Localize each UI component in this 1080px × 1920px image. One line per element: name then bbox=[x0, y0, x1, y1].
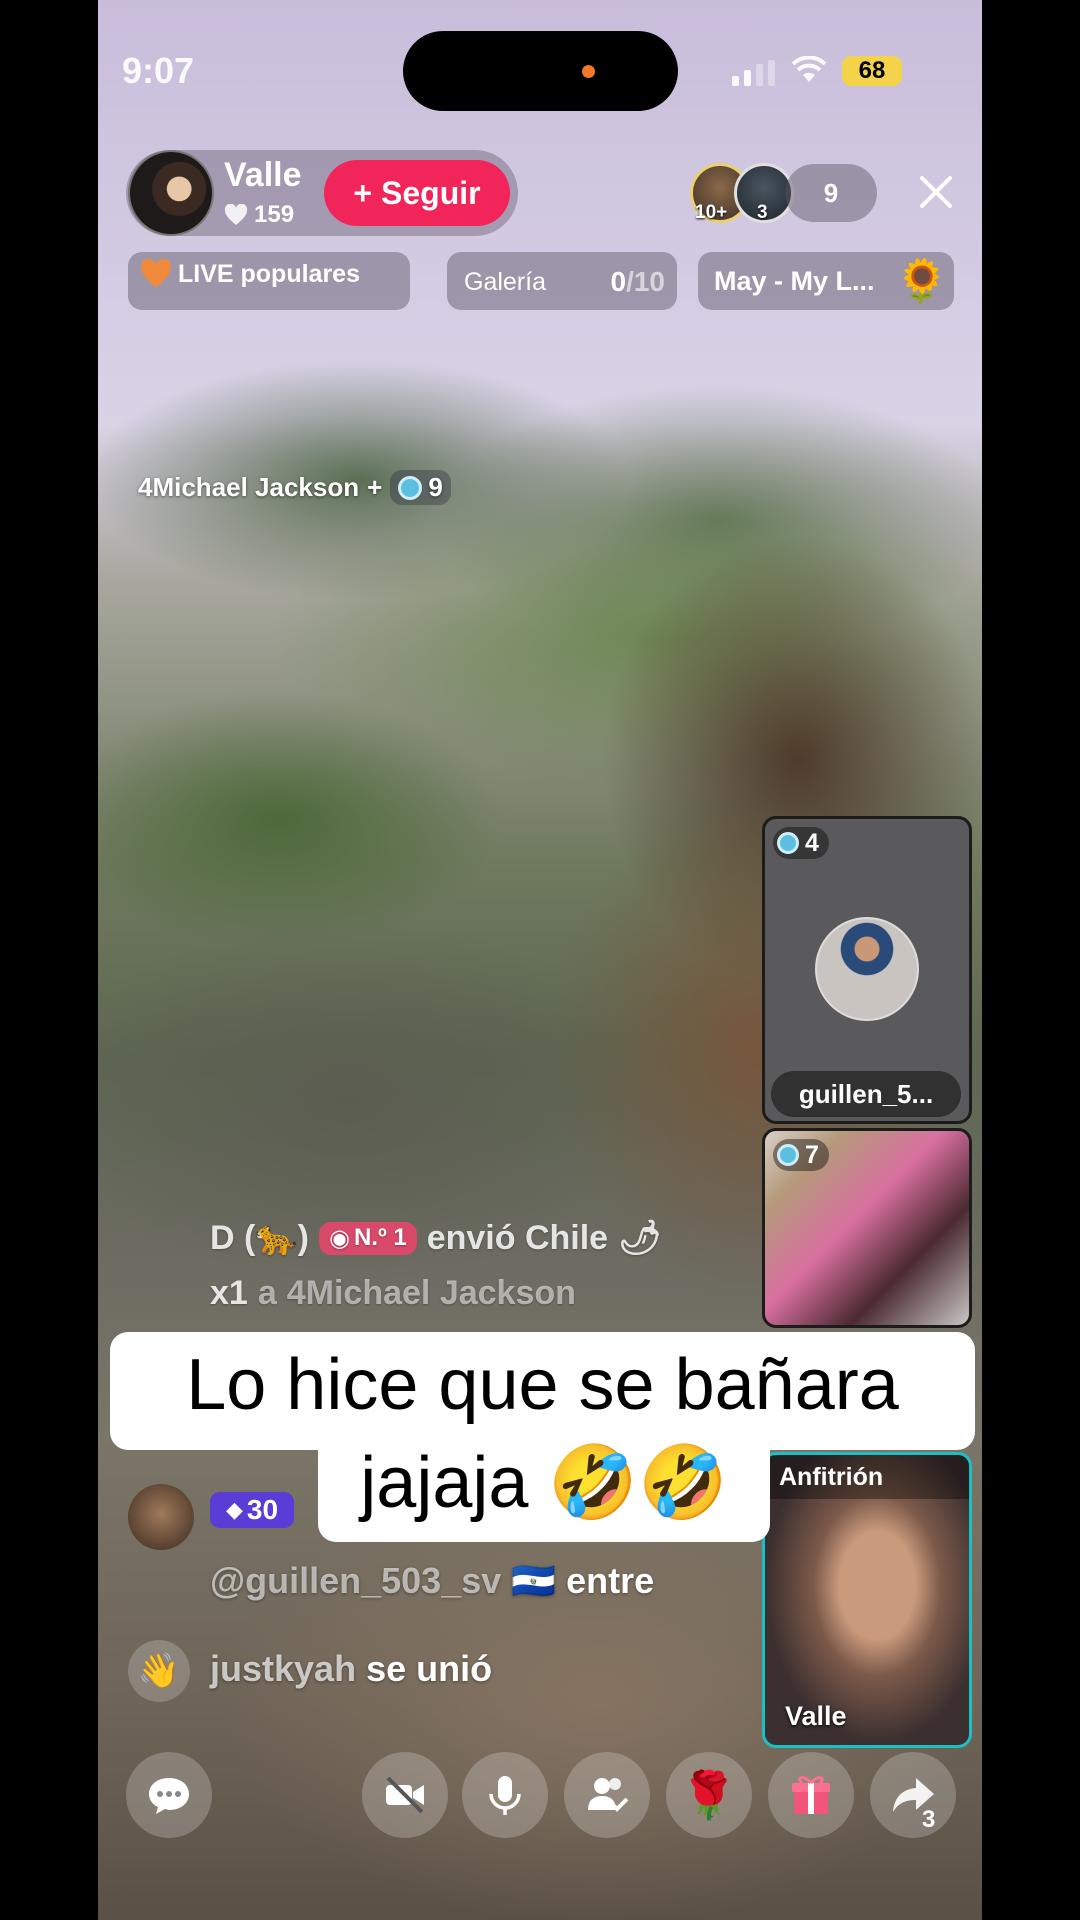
caption-text-line2: jajaja 🤣🤣 bbox=[360, 1443, 728, 1523]
close-icon[interactable] bbox=[914, 170, 958, 214]
dynamic-island bbox=[403, 31, 678, 111]
gift-message: D (🐆) ◉ N.º 1 envió Chile 🌶 bbox=[210, 1218, 661, 1258]
guest-label[interactable]: 4Michael Jackson + 9 bbox=[138, 470, 451, 505]
gift-action: envió Chile bbox=[426, 1218, 609, 1257]
camera-off-icon bbox=[386, 1776, 424, 1814]
live-popular-chip[interactable]: LIVE populares bbox=[128, 252, 410, 310]
tile-level-badge: 7 bbox=[773, 1139, 829, 1171]
viewer-count[interactable]: 9 bbox=[785, 164, 877, 222]
status-time: 9:07 bbox=[122, 50, 195, 91]
diamond-icon: ◆ bbox=[225, 1497, 243, 1522]
microphone-button[interactable] bbox=[462, 1752, 548, 1838]
chat-level-badge: ◆ 30 bbox=[210, 1492, 294, 1528]
chat-avatar[interactable] bbox=[128, 1484, 194, 1550]
gift-button[interactable] bbox=[768, 1752, 854, 1838]
guest-tile[interactable]: 4 guillen_5... bbox=[762, 816, 972, 1124]
wave-icon[interactable]: 👋 bbox=[128, 1640, 190, 1702]
follow-button[interactable]: + Seguir bbox=[324, 160, 510, 226]
rank-badge: ◉ N.º 1 bbox=[318, 1221, 417, 1255]
guest-tile[interactable]: 7 bbox=[762, 1128, 972, 1328]
chat-bubble-icon bbox=[149, 1778, 189, 1814]
battery-indicator: 68 bbox=[842, 56, 902, 86]
flag-icon: 🇸🇻 bbox=[511, 1560, 557, 1601]
gift-message-detail: x1 a 4Michael Jackson bbox=[210, 1274, 576, 1313]
rose-gift-button[interactable]: 🌹 bbox=[666, 1752, 752, 1838]
host-name: Valle bbox=[224, 156, 302, 194]
guest-avatar bbox=[815, 917, 919, 1021]
gem-icon bbox=[398, 475, 423, 500]
share-count: 3 bbox=[922, 1806, 936, 1833]
share-button[interactable] bbox=[870, 1752, 956, 1838]
song-title: May - My L... bbox=[714, 266, 875, 296]
guests-button[interactable] bbox=[564, 1752, 650, 1838]
live-popular-label: LIVE populares bbox=[178, 260, 360, 288]
guest-follow-plus[interactable]: + bbox=[367, 472, 382, 503]
viewer-rank-badge: 10+ bbox=[695, 202, 728, 223]
signal-icon bbox=[732, 60, 775, 86]
sunflower-icon: 🌻 bbox=[895, 257, 948, 304]
host-tile-label: Anfitrión bbox=[765, 1455, 969, 1499]
viewer-rank-badge: 3 bbox=[757, 202, 768, 223]
gallery-count: 0/10 bbox=[610, 266, 665, 297]
chat-text: entre bbox=[566, 1560, 655, 1601]
gift-qty: x1 bbox=[210, 1274, 248, 1312]
gallery-chip[interactable]: Galería 0/10 bbox=[447, 252, 677, 310]
gift-icon bbox=[792, 1776, 830, 1814]
microphone-icon bbox=[489, 1776, 521, 1815]
host-likes: 159 bbox=[224, 201, 294, 229]
guests-icon bbox=[588, 1778, 629, 1812]
guest-level-badge: 9 bbox=[390, 470, 451, 505]
gallery-label: Galería bbox=[464, 268, 546, 296]
live-popular-subtext bbox=[142, 294, 382, 310]
guest-name: 4Michael Jackson bbox=[138, 472, 360, 502]
heart-icon bbox=[224, 204, 248, 225]
gem-icon bbox=[777, 832, 799, 854]
song-chip[interactable]: May - My L... 🌻 bbox=[698, 252, 954, 310]
camera-off-button[interactable] bbox=[362, 1752, 448, 1838]
wifi-icon bbox=[791, 56, 827, 82]
chat-user: @guillen_503_sv bbox=[210, 1560, 502, 1601]
chat-message: @guillen_503_sv 🇸🇻 entre bbox=[210, 1560, 654, 1602]
caption-text-line1: Lo hice que se bañara bbox=[186, 1345, 899, 1425]
gift-sender: D (🐆) bbox=[210, 1219, 309, 1257]
gift-recipient: 4Michael Jackson bbox=[286, 1274, 576, 1312]
guest-tile-name: guillen_5... bbox=[771, 1071, 961, 1117]
host-likes-count: 159 bbox=[254, 201, 295, 228]
gem-icon bbox=[777, 1144, 799, 1166]
gift-to: a bbox=[257, 1274, 277, 1312]
chat-message: justkyah se unió bbox=[210, 1648, 492, 1690]
orange-heart-icon bbox=[141, 258, 171, 288]
chili-icon: 🌶 bbox=[618, 1219, 662, 1257]
host-avatar[interactable] bbox=[128, 150, 214, 236]
tile-level-badge: 4 bbox=[773, 827, 829, 859]
chat-user: justkyah bbox=[210, 1648, 357, 1689]
chat-text: se unió bbox=[366, 1648, 493, 1689]
comment-button[interactable] bbox=[126, 1752, 212, 1838]
medal-icon: ◉ bbox=[328, 1224, 350, 1252]
rose-icon: 🌹 bbox=[680, 1768, 738, 1821]
host-tile[interactable]: Anfitrión Valle bbox=[762, 1452, 972, 1748]
recording-indicator bbox=[582, 65, 595, 78]
host-tile-name: Valle bbox=[785, 1701, 847, 1731]
